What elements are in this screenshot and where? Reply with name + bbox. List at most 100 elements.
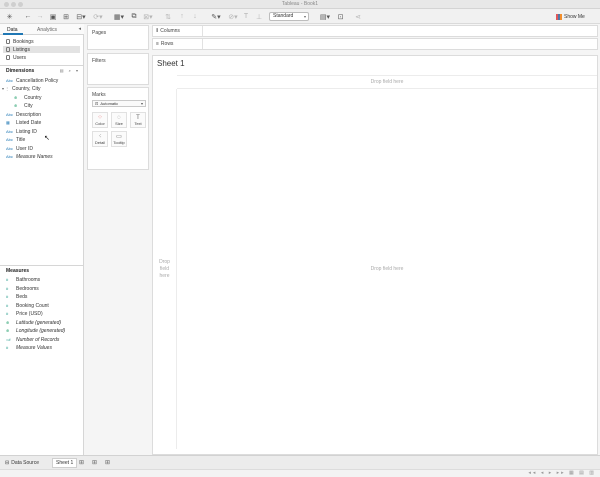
tableau-logo-icon[interactable]: ✳	[5, 12, 14, 21]
tab-analytics[interactable]: Analytics	[37, 27, 57, 33]
field-latitude-generated[interactable]: ⊕ Latitude (generated)	[6, 319, 61, 326]
size-label: Size	[115, 120, 123, 126]
new-datasource-icon[interactable]: ⊞	[62, 12, 70, 21]
field-measure-names[interactable]: Abc Measure Names	[6, 153, 53, 160]
tab-sheet-1[interactable]: Sheet 1	[52, 458, 78, 468]
field-bathrooms[interactable]: # Bathrooms	[6, 276, 40, 283]
drop-zone-rows[interactable]: Drop field here	[153, 89, 177, 449]
marks-card-title: Marks	[92, 92, 106, 98]
number-type-icon: #	[6, 286, 9, 291]
sort-ascending-icon[interactable]: ↑	[178, 12, 186, 21]
field-label: Number of Records	[16, 336, 60, 343]
field-user-id[interactable]: Abc User ID	[6, 145, 33, 152]
title-bar: Tableau - Book1	[0, 0, 600, 9]
mark-type-select[interactable]: ⊡ Automatic ▾	[92, 100, 146, 107]
field-country-city[interactable]: ▾ ⋮ Country, City	[2, 85, 41, 92]
sheet-tab-bar: ⊟ Data Source Sheet 1 ⊞ ⊞ ⊞	[0, 455, 600, 469]
detail-button[interactable]: ⁖ Detail	[92, 131, 108, 147]
rows-shelf[interactable]: ≡ Rows	[152, 38, 598, 50]
globe-icon: ⊕	[14, 95, 18, 100]
share-icon[interactable]: ⋖	[354, 12, 362, 21]
field-description[interactable]: Abc Description	[6, 111, 41, 118]
sheet-title[interactable]: Sheet 1	[157, 59, 185, 68]
tooltip-button[interactable]: ▭ Tooltip	[111, 131, 127, 147]
group-icon[interactable]: ⊘▾	[226, 12, 240, 21]
drop-zone-columns[interactable]: Drop field here	[177, 75, 597, 89]
field-label: Measure Names	[16, 153, 53, 160]
datasource-label: Users	[13, 54, 27, 61]
field-label: Beds	[16, 293, 28, 300]
run-update-icon[interactable]: ⟳▾	[91, 12, 105, 21]
field-label: Measure Values	[16, 344, 52, 351]
field-listed-date[interactable]: ▦ Listed Date	[6, 119, 41, 126]
redo-icon[interactable]: →	[36, 12, 44, 21]
field-beds[interactable]: # Beds	[6, 293, 27, 300]
drop-zone-view[interactable]: Drop field here	[177, 89, 597, 449]
datasource-item-listings[interactable]: Listings	[3, 46, 80, 53]
dimensions-tools[interactable]: ▤ ⌕ ▾	[60, 68, 80, 73]
field-label: Latitude (generated)	[16, 319, 62, 326]
globe-icon: ⊕	[6, 320, 10, 325]
color-button[interactable]: ⁘ Color	[92, 112, 108, 128]
save-icon[interactable]: ▣	[49, 12, 57, 21]
undo-icon[interactable]: ←	[24, 12, 32, 21]
show-me-button[interactable]: Show Me	[556, 12, 596, 21]
columns-shelf-label: ⦀ Columns	[153, 26, 203, 36]
swap-rows-columns-icon[interactable]: ⇅	[164, 12, 172, 21]
sheet-navigation-icons[interactable]: ◂◂ ◂ ▸ ▸▸ ▦ ▤ ▥	[528, 470, 596, 476]
new-story-icon[interactable]: ⊞	[105, 459, 110, 466]
field-cancellation-policy[interactable]: Abc Cancellation Policy	[6, 77, 58, 84]
field-number-of-records[interactable]: =# Number of Records	[6, 336, 59, 343]
labels-icon[interactable]: T	[242, 12, 250, 21]
dimensions-title: Dimensions	[6, 68, 35, 74]
field-country[interactable]: ⊕ Country	[14, 94, 42, 101]
columns-shelf[interactable]: ⦀ Columns	[152, 25, 598, 37]
field-label: Country	[24, 94, 42, 101]
field-label: Bathrooms	[16, 276, 41, 283]
view-size-select[interactable]: Standard ▾	[269, 12, 309, 21]
sort-descending-icon[interactable]: ↓	[191, 12, 199, 21]
filters-card-title: Filters	[92, 58, 106, 64]
field-bedrooms[interactable]: # Bedrooms	[6, 285, 39, 292]
datasource-item-users[interactable]: Users	[3, 54, 80, 61]
show-cards-icon[interactable]: ▤▾	[318, 12, 332, 21]
data-pane-tabs: Data Analytics ◂	[0, 24, 84, 35]
filters-card[interactable]: Filters	[87, 53, 149, 85]
tab-data-source[interactable]: ⊟ Data Source	[2, 458, 42, 468]
field-label: City	[24, 102, 33, 109]
pause-updates-icon[interactable]: ⊟▾	[75, 12, 87, 21]
view-size-value: Standard	[273, 13, 294, 19]
pages-card[interactable]: Pages	[87, 25, 149, 50]
field-longitude-generated[interactable]: ⊕ Longitude (generated)	[6, 327, 65, 334]
tooltip-label: Tooltip	[113, 139, 125, 145]
columns-icon: ⦀	[156, 28, 159, 34]
show-me-icon	[556, 13, 562, 20]
datasource-item-bookings[interactable]: Bookings	[3, 38, 80, 45]
presentation-mode-icon[interactable]: ⊡	[336, 12, 345, 21]
duplicate-icon[interactable]: ⧉	[130, 12, 138, 21]
number-type-icon: #	[6, 303, 9, 308]
highlight-icon[interactable]: ✎▾	[209, 12, 223, 21]
field-measure-values[interactable]: # Measure Values	[6, 344, 52, 351]
field-label: User ID	[16, 145, 33, 152]
new-worksheet-icon[interactable]: ⊞	[79, 459, 84, 466]
collapse-pane-icon[interactable]: ◂	[78, 26, 81, 32]
field-price-usd[interactable]: # Price (USD)	[6, 310, 43, 317]
field-booking-count[interactable]: # Booking Count	[6, 302, 49, 309]
new-dashboard-icon[interactable]: ⊞	[92, 459, 97, 466]
string-type-icon: Abc	[6, 129, 13, 134]
mouse-cursor-icon: ↖	[44, 135, 50, 142]
section-divider	[0, 65, 84, 66]
status-bar: ◂◂ ◂ ▸ ▸▸ ▦ ▤ ▥	[0, 469, 600, 477]
text-button[interactable]: T Text	[130, 112, 146, 128]
field-listing-id[interactable]: Abc Listing ID	[6, 128, 37, 135]
columns-label: Columns	[160, 28, 180, 34]
size-button[interactable]: ◌ Size	[111, 112, 127, 128]
hierarchy-expand-icon: ▾ ⋮	[2, 86, 10, 91]
field-city[interactable]: ⊕ City	[14, 102, 33, 109]
new-worksheet-icon[interactable]: ▦▾	[112, 12, 126, 21]
fix-axes-icon[interactable]: ⊥	[255, 12, 263, 21]
number-type-icon: #	[6, 311, 9, 316]
field-title[interactable]: Abc Title	[6, 136, 25, 143]
clear-sheet-icon[interactable]: ⊠▾	[141, 12, 155, 21]
